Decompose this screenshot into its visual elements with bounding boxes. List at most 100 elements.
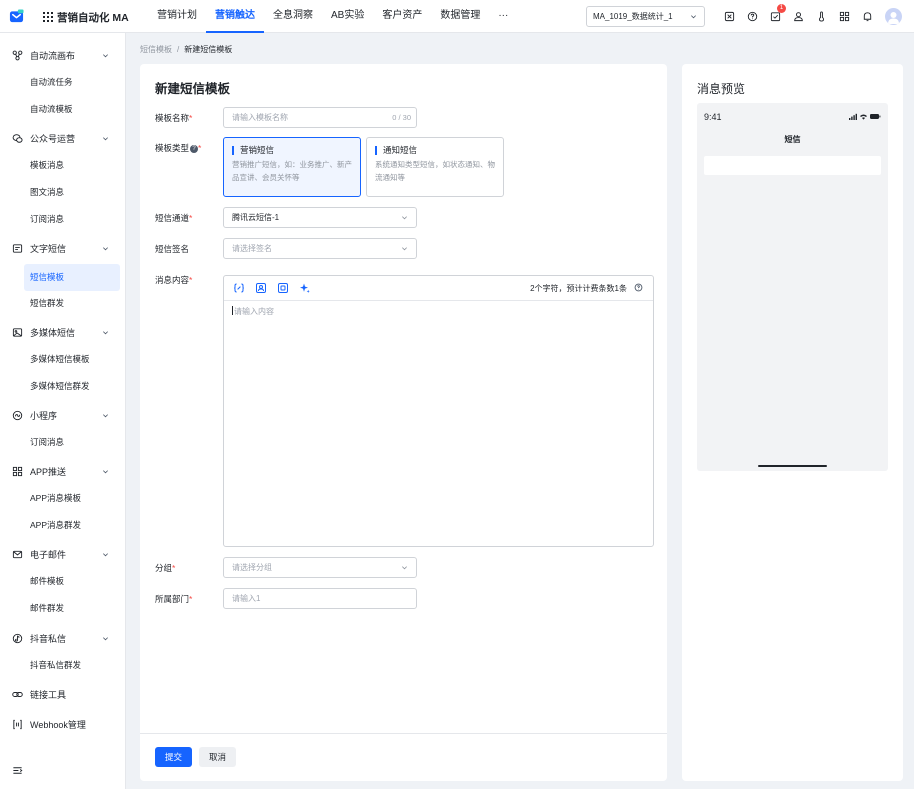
template-name-input[interactable]: 请输入模板名称 0 / 30: [223, 107, 417, 128]
type-option-title: 通知短信: [375, 146, 497, 155]
breadcrumb-current: 新建短信模板: [184, 45, 233, 54]
type-option-notification[interactable]: 通知短信 系统通知类型短信，如状态通知、物流通知等: [366, 137, 504, 197]
chevron-down-icon: [103, 137, 108, 141]
toolbar-icons: 1: [718, 4, 879, 25]
sidebar-group-mms[interactable]: 多媒体短信: [0, 319, 126, 346]
footer-divider: [140, 733, 667, 734]
wechat-icon: [12, 133, 23, 144]
phone-chat-title: 短信: [784, 135, 801, 144]
signature-select[interactable]: 请选择签名: [223, 238, 417, 259]
mail-icon: [12, 549, 23, 560]
chevron-down-icon: [103, 54, 108, 58]
cancel-button[interactable]: 取消: [199, 747, 236, 767]
sidebar-item-sms-broadcast[interactable]: 短信群发: [0, 290, 126, 317]
breadcrumb-parent[interactable]: 短信模板: [140, 45, 172, 54]
link-icon: [12, 689, 23, 700]
sidebar-item-webhook[interactable]: Webhook管理: [0, 711, 126, 738]
project-select[interactable]: MA_1019_数据统计_1: [586, 6, 705, 27]
nav-item-data-management[interactable]: 数据管理: [431, 0, 489, 33]
app-name: 营销自动化 MA: [57, 12, 129, 24]
sidebar-item-app-template[interactable]: APP消息模板: [0, 485, 126, 512]
sidebar-group-label: APP推送: [30, 467, 67, 477]
template-type-label: 模板类型? *: [155, 143, 202, 153]
help-icon[interactable]: [741, 8, 764, 25]
sidebar-item-app-broadcast[interactable]: APP消息群发: [0, 512, 126, 539]
thermometer-icon[interactable]: [810, 8, 833, 25]
department-input[interactable]: 请输入1: [223, 588, 417, 609]
collapse-sidebar-icon[interactable]: [12, 765, 23, 776]
sidebar-group-sms[interactable]: 文字短信: [0, 235, 126, 262]
ai-sparkle-icon[interactable]: [299, 282, 311, 294]
group-select[interactable]: 请选择分组: [223, 557, 417, 578]
webhook-icon: [12, 719, 23, 730]
sidebar-item-flow-tasks[interactable]: 自动流任务: [0, 69, 126, 96]
sidebar-group-label: 文字短信: [30, 244, 67, 254]
grid-apps-icon[interactable]: [833, 8, 856, 25]
sidebar-item-mms-broadcast[interactable]: 多媒体短信群发: [0, 373, 126, 400]
message-bubble: [704, 156, 881, 175]
chevron-down-icon: [103, 414, 108, 418]
type-option-title: 营销短信: [232, 146, 354, 155]
sidebar-group-miniprogram[interactable]: 小程序: [0, 402, 126, 429]
preview-title: 消息预览: [697, 82, 746, 96]
variable-icon[interactable]: [233, 282, 245, 294]
sidebar-group-app-push[interactable]: APP推送: [0, 458, 126, 485]
sidebar-group-email[interactable]: 电子邮件: [0, 541, 126, 568]
message-icon: [12, 243, 23, 254]
sidebar-item-mms-template[interactable]: 多媒体短信模板: [0, 346, 126, 373]
sidebar-item-sms-template[interactable]: 短信模板: [24, 264, 120, 291]
sidebar-item-link-tool[interactable]: 链接工具: [0, 681, 126, 708]
phone-mockup: 9:41 短信: [697, 103, 888, 471]
sidebar-group-flow[interactable]: 自动流画布: [0, 42, 126, 69]
content-label: 消息内容*: [155, 275, 193, 285]
sidebar-item-email-template[interactable]: 邮件模板: [0, 568, 126, 595]
user-org-icon[interactable]: [787, 8, 810, 25]
char-counter: 0 / 30: [392, 113, 411, 122]
nav-item-ab-test[interactable]: AB实验: [322, 0, 373, 33]
submit-button[interactable]: 提交: [155, 747, 192, 767]
sidebar-group-douyin[interactable]: 抖音私信: [0, 625, 126, 652]
nav-item-marketing-plan[interactable]: 营销计划: [148, 0, 206, 33]
type-option-desc: 系统通知类型短信，如状态通知、物流通知等: [375, 160, 495, 182]
phone-time: 9:41: [704, 112, 722, 122]
sidebar-item-label: 链接工具: [30, 690, 67, 700]
char-count-text: 2个字符，预计计费条数1条: [530, 284, 627, 293]
sidebar-item-article-message[interactable]: 图文消息: [0, 179, 126, 206]
task-icon[interactable]: 1: [764, 4, 787, 25]
short-link-icon[interactable]: [277, 282, 289, 294]
sidebar-group-label: 抖音私信: [30, 634, 67, 644]
preview-panel: 消息预览 9:41 短信: [682, 64, 903, 781]
nav-item-customer-assets[interactable]: 客户资产: [373, 0, 431, 33]
app-logo-icon[interactable]: [9, 9, 24, 24]
editor-toolbar: 2个字符，预计计费条数1条: [224, 276, 653, 301]
app-switcher-icon[interactable]: [43, 12, 53, 22]
nav-item-insight[interactable]: 全息洞察: [264, 0, 322, 33]
content-editor[interactable]: 2个字符，预计计费条数1条 请输入内容: [223, 275, 654, 547]
type-option-marketing[interactable]: 营销短信 营销推广短信，如：业务推广、新产品宣讲、会员关怀等: [223, 137, 361, 197]
content-textarea[interactable]: 请输入内容: [232, 306, 274, 317]
chevron-down-icon: [103, 470, 108, 474]
sidebar-item-subscribe-message[interactable]: 订阅消息: [0, 206, 126, 233]
sidebar-item-flow-templates[interactable]: 自动流模板: [0, 96, 126, 123]
sidebar-item-template-message[interactable]: 模板消息: [0, 152, 126, 179]
sidebar-item-douyin-broadcast[interactable]: 抖音私信群发: [0, 652, 126, 679]
template-name-label: 模板名称*: [155, 113, 193, 123]
bell-icon[interactable]: [856, 8, 879, 25]
chevron-down-icon: [103, 247, 108, 251]
sidebar-item-mini-subscribe[interactable]: 订阅消息: [0, 429, 126, 456]
user-attribute-icon[interactable]: [255, 282, 267, 294]
channel-select[interactable]: 腾讯云短信-1: [223, 207, 417, 228]
channel-label: 短信通道*: [155, 213, 193, 223]
image-icon: [12, 327, 23, 338]
nav-item-marketing-reach[interactable]: 营销触达: [206, 0, 264, 33]
screen-icon[interactable]: [718, 8, 741, 25]
flow-icon: [12, 50, 23, 61]
sidebar-group-label: 公众号运营: [30, 134, 76, 144]
user-avatar[interactable]: [885, 8, 902, 25]
nav-more-button[interactable]: ···: [489, 0, 517, 33]
sidebar-group-wechat[interactable]: 公众号运营: [0, 125, 126, 152]
sidebar-item-email-broadcast[interactable]: 邮件群发: [0, 595, 126, 622]
help-icon[interactable]: [634, 283, 643, 292]
help-icon: ?: [190, 145, 199, 153]
signature-label: 短信签名: [155, 244, 190, 254]
